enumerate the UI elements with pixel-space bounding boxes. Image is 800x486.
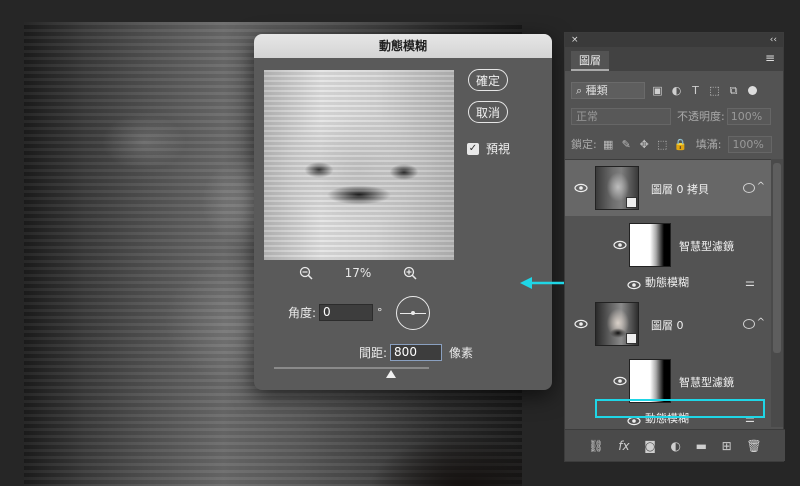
smart-filters-row[interactable]: 智慧型濾鏡 [565, 216, 771, 274]
close-icon[interactable]: × [571, 35, 579, 45]
panel-header-bar: × ‹‹ [565, 33, 783, 47]
filter-preview[interactable] [264, 70, 454, 260]
smart-filters-label: 智慧型濾鏡 [679, 240, 734, 253]
smart-filter-link-icon[interactable] [743, 319, 755, 329]
layers-list: 圖層 0 拷貝 ^ 智慧型濾鏡 動態模糊 ⚌ 圖層 0 ^ 智慧型濾鏡 動態模糊… [565, 159, 771, 427]
filter-mask-thumbnail[interactable] [629, 359, 671, 403]
link-icon[interactable]: ⛓ [588, 439, 603, 453]
layer-name[interactable]: 圖層 0 [651, 317, 684, 333]
folder-icon[interactable]: ▬ [696, 439, 707, 453]
shape-filter-icon[interactable]: ⬚ [708, 84, 721, 97]
hair-region [344, 402, 522, 486]
layer-name[interactable]: 圖層 0 拷貝 [651, 181, 709, 197]
zoom-level: 17% [344, 266, 372, 280]
angle-dial-center [411, 311, 415, 315]
filter-name[interactable]: 動態模糊 [645, 274, 689, 290]
distance-row: 間距: 800 像素 [359, 344, 473, 361]
new-layer-icon[interactable]: ⊞ [722, 439, 732, 453]
panel-footer: ⛓ fx ◙ ◐ ▬ ⊞ 🗑 [565, 429, 785, 461]
layer-thumbnail [595, 302, 639, 346]
preview-streaks [264, 70, 454, 260]
trash-icon[interactable]: 🗑 [746, 439, 761, 453]
panel-tab-bar: 圖層 ≡ [565, 47, 783, 71]
angle-row: 角度: 0 ° [288, 304, 383, 321]
lock-move-icon[interactable]: ✥ [638, 138, 651, 151]
callout-arrow-icon [520, 277, 566, 289]
mask-icon[interactable]: ◙ [644, 439, 656, 453]
layer-thumbnail [595, 166, 639, 210]
dialog-title: 動態模糊 [254, 34, 552, 58]
filter-toggle-icon[interactable] [748, 85, 757, 95]
opacity-input[interactable]: 100% [726, 107, 771, 125]
smart-filters-eye-icon[interactable] [613, 374, 627, 388]
filter-mask-thumbnail[interactable] [629, 223, 671, 267]
angle-unit: ° [377, 306, 383, 319]
smart-object-filter-icon[interactable]: ⧉ [727, 84, 740, 97]
collapse-icon[interactable]: ‹‹ [770, 35, 777, 45]
highlight-box [595, 399, 765, 418]
blend-mode-select[interactable]: 正常 [571, 107, 671, 125]
zoom-controls: 17% [264, 264, 454, 282]
visibility-eye-icon[interactable] [574, 317, 588, 331]
smart-object-badge-icon [626, 333, 637, 344]
angle-input[interactable]: 0 [319, 304, 374, 321]
zoom-out-icon[interactable] [297, 264, 315, 282]
blend-row: 正常 不透明度: 100% [571, 107, 779, 125]
filter-kind-select[interactable]: ⌕ 種類 [571, 81, 645, 99]
panel-menu-icon[interactable]: ≡ [765, 52, 775, 64]
photoshop-workspace: 動態模糊 17% 確定 取消 ✓ 預視 角度: 0 ° 間距: 800 像素 ×… [0, 0, 800, 486]
layer-filter-row: ⌕ 種類 ▣ ◐ T ⬚ ⧉ [571, 81, 779, 99]
motion-blur-dialog: 動態模糊 17% 確定 取消 ✓ 預視 角度: 0 ° 間距: 800 像素 [254, 34, 552, 390]
tab-layers[interactable]: 圖層 [571, 51, 609, 71]
opacity-label: 不透明度: [677, 110, 725, 123]
adjustment-icon[interactable]: ◐ [671, 439, 681, 453]
lock-paint-icon[interactable]: ✎ [620, 138, 633, 151]
lock-row: 鎖定: ▦ ✎ ✥ ⬚ 🔒 填滿: 100% [571, 135, 779, 153]
angle-dial[interactable] [396, 296, 430, 330]
fill-label: 填滿: [695, 138, 722, 151]
layer-row-base[interactable]: 圖層 0 ^ [565, 296, 771, 352]
smart-filter-link-icon[interactable] [743, 183, 755, 193]
layer-row-copy[interactable]: 圖層 0 拷貝 ^ [565, 160, 771, 216]
distance-label: 間距: [359, 346, 388, 360]
image-filter-icon[interactable]: ▣ [651, 84, 664, 97]
preview-toggle[interactable]: ✓ 預視 [467, 140, 510, 157]
filter-eye-icon[interactable] [627, 275, 641, 294]
smart-filters-label: 智慧型濾鏡 [679, 376, 734, 389]
search-icon: ⌕ [576, 83, 583, 97]
distance-slider-thumb[interactable] [386, 370, 396, 378]
ok-button[interactable]: 確定 [468, 69, 508, 91]
distance-slider-track[interactable] [274, 367, 429, 369]
layers-scroll-thumb[interactable] [773, 163, 781, 353]
distance-unit: 像素 [449, 346, 474, 360]
chevron-up-icon[interactable]: ^ [757, 181, 765, 192]
adjustment-filter-icon[interactable]: ◐ [670, 84, 683, 97]
blending-options-icon[interactable]: ⚌ [745, 276, 755, 289]
preview-label: 預視 [486, 142, 511, 156]
cancel-button[interactable]: 取消 [468, 101, 508, 123]
smart-filters-eye-icon[interactable] [613, 238, 627, 252]
filter-motion-blur-row[interactable]: 動態模糊 ⚌ [565, 274, 771, 290]
layers-panel: × ‹‹ 圖層 ≡ ⌕ 種類 ▣ ◐ T ⬚ ⧉ 正常 不透明度: 100% 鎖… [564, 32, 785, 462]
preview-checkbox[interactable]: ✓ [467, 142, 479, 155]
fx-icon[interactable]: fx [618, 439, 629, 453]
zoom-in-icon[interactable] [401, 264, 419, 282]
lock-label: 鎖定: [571, 138, 597, 151]
visibility-eye-icon[interactable] [574, 181, 588, 195]
lock-transparency-icon[interactable]: ▦ [602, 138, 615, 151]
distance-input[interactable]: 800 [390, 344, 443, 361]
fill-input[interactable]: 100% [728, 135, 773, 153]
lock-all-icon[interactable]: 🔒 [674, 138, 688, 151]
filter-kind-label: 種類 [585, 83, 608, 97]
type-filter-icon[interactable]: T [689, 84, 702, 97]
lock-artboard-icon[interactable]: ⬚ [656, 138, 669, 151]
smart-object-badge-icon [626, 197, 637, 208]
chevron-up-icon[interactable]: ^ [757, 317, 765, 328]
angle-label: 角度: [288, 306, 317, 320]
